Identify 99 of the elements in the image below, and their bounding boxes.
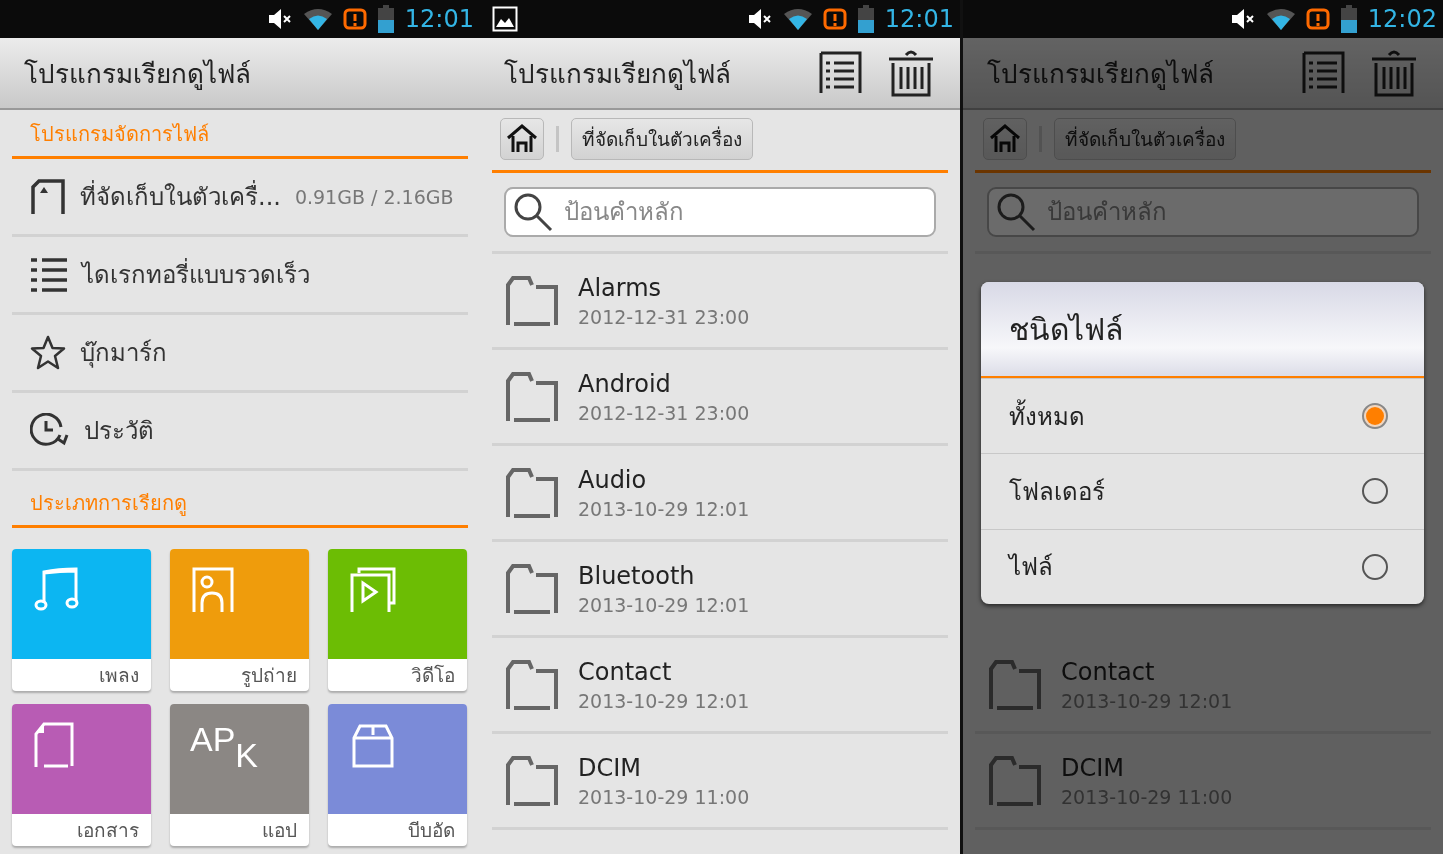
folder-name: DCIM [1061, 753, 1126, 782]
folder-icon [989, 658, 1041, 711]
category-tile[interactable]: APK แอป [170, 704, 309, 846]
category-tile[interactable]: รูปถ่าย [170, 549, 309, 691]
tile-label: เอกสาร [77, 818, 139, 843]
category-tile[interactable]: บีบอัด [328, 704, 467, 846]
battery-icon [1339, 5, 1358, 33]
mute-icon [1229, 8, 1256, 30]
picture-icon [492, 6, 518, 32]
mute-icon [266, 8, 293, 30]
item-label: ไดเรกทอรี่แบบรวดเร็ว [82, 255, 310, 294]
search-field[interactable]: ป้อนคำหลัก [504, 187, 936, 237]
sd-card-icon [30, 178, 66, 215]
app-title: โปรแกรมเรียกดูไฟล์ [504, 57, 732, 92]
folder-row[interactable]: Contact 2013-10-29 12:01 [492, 638, 948, 734]
option-label: ไฟล์ [1009, 552, 1054, 584]
folder-name: Audio [578, 465, 648, 494]
storage-size: 0.91GB / 2.16GB [294, 185, 454, 208]
folder-name: Contact [1061, 657, 1156, 686]
folder-name: Alarms [578, 273, 663, 302]
option-row[interactable]: ไฟล์ [981, 528, 1424, 604]
wifi-icon [782, 8, 813, 30]
search-icon [995, 191, 1037, 233]
folder-icon [506, 754, 558, 807]
item-label: บุ๊กมาร์ก [80, 338, 167, 370]
dialog-title: ชนิดไฟล์ [1009, 310, 1123, 349]
tile-label: เพลง [99, 663, 139, 688]
folder-date: 2013-10-29 12:01 [578, 497, 750, 520]
battery-icon [376, 5, 395, 33]
folder-name: Contact [578, 657, 673, 686]
folder-icon [506, 562, 558, 615]
home-icon [989, 124, 1021, 154]
category-tile[interactable]: เอกสาร [12, 704, 151, 846]
option-label: ทั้งหมด [1009, 396, 1362, 436]
folder-row[interactable]: Android 2012-12-31 23:00 [492, 350, 948, 446]
folder-icon [506, 466, 558, 519]
category-tile[interactable]: เพลง [12, 549, 151, 691]
list-view-icon[interactable] [818, 51, 862, 95]
box-icon [350, 722, 396, 768]
folder-icon [989, 754, 1041, 807]
folder-date: 2013-10-29 11:00 [578, 785, 750, 808]
home-button[interactable] [500, 118, 544, 160]
wifi-icon [1265, 8, 1296, 30]
item-label: ประวัติ [84, 416, 154, 447]
trash-icon[interactable] [888, 49, 934, 97]
folder-date: 2013-10-29 12:01 [578, 689, 750, 712]
alert-icon [1305, 8, 1330, 30]
app-title: โปรแกรมเรียกดูไฟล์ [987, 57, 1215, 92]
battery-icon [856, 5, 875, 33]
document-icon [34, 722, 74, 768]
folder-name: Android [578, 369, 672, 398]
section-heading: ประเภทการเรียกดู [12, 479, 468, 528]
portrait-icon [192, 567, 234, 613]
folder-icon [506, 370, 558, 423]
folder-date: 2013-10-29 12:01 [578, 593, 750, 616]
home-icon [506, 124, 538, 154]
tile-label: รูปถ่าย [241, 663, 297, 689]
clock-icon [30, 412, 70, 449]
mute-icon [746, 8, 773, 30]
folder-row[interactable]: Alarms 2012-12-31 23:00 [492, 254, 948, 350]
folder-row[interactable]: DCIM 2013-10-29 11:00 [492, 734, 948, 830]
folder-row[interactable]: Audio 2013-10-29 12:01 [492, 446, 948, 542]
folder-icon [506, 274, 558, 327]
path-button[interactable]: ที่จัดเก็บในตัวเครื่อง [571, 118, 753, 160]
video-icon [350, 567, 396, 613]
alert-icon [822, 8, 847, 30]
tile-label: วิดีโอ [411, 663, 455, 688]
star-icon [30, 334, 66, 371]
wifi-icon [302, 8, 333, 30]
search-icon [512, 191, 554, 233]
folder-name: Bluetooth [578, 561, 696, 590]
music-note-icon [34, 567, 80, 613]
option-label: โฟลเดอร์ [1009, 477, 1106, 508]
folder-name: DCIM [578, 753, 643, 782]
category-tile[interactable]: วิดีโอ [328, 549, 467, 691]
list-icon [30, 256, 68, 293]
radio-button[interactable] [1362, 553, 1388, 580]
menu-item[interactable]: ไดเรกทอรี่แบบรวดเร็ว [12, 237, 468, 315]
section-heading: โปรแกรมจัดการไฟล์ [12, 110, 468, 159]
radio-button[interactable] [1362, 403, 1388, 430]
apk-glyph: APK [190, 722, 259, 772]
menu-item[interactable]: ประวัติ [12, 393, 468, 471]
item-label: ที่จัดเก็บในตัวเครื่... [80, 177, 281, 216]
tile-label: แอป [262, 818, 297, 843]
alert-icon [342, 8, 367, 30]
tile-label: บีบอัด [408, 818, 455, 843]
folder-row[interactable]: Bluetooth 2013-10-29 12:01 [492, 542, 948, 638]
menu-item[interactable]: ที่จัดเก็บในตัวเครื่... 0.91GB / 2.16GB [12, 159, 468, 237]
radio-button[interactable] [1362, 478, 1388, 505]
clock: 12:01 [404, 5, 474, 33]
option-row[interactable]: ทั้งหมด [981, 378, 1424, 454]
folder-date: 2012-12-31 23:00 [578, 401, 750, 424]
folder-icon [506, 658, 558, 711]
option-row[interactable]: โฟลเดอร์ [981, 453, 1424, 529]
menu-item[interactable]: บุ๊กมาร์ก [12, 315, 468, 393]
clock: 12:01 [884, 5, 954, 33]
clock: 12:02 [1367, 5, 1437, 33]
folder-date: 2012-12-31 23:00 [578, 305, 750, 328]
app-title: โปรแกรมเรียกดูไฟล์ [24, 57, 252, 92]
